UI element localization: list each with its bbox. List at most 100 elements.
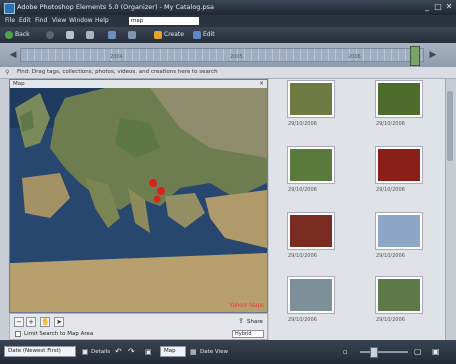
share-icon[interactable]: ⇪ bbox=[236, 317, 246, 327]
photo-thumbnail[interactable] bbox=[288, 277, 334, 313]
map-view[interactable]: Yahoo! Maps bbox=[10, 88, 267, 312]
map-controls: − + ✋ ➤ Limit Search to Map Area ⇪ Share… bbox=[9, 313, 268, 340]
create-button[interactable]: Create bbox=[154, 30, 184, 40]
menu-view[interactable]: View bbox=[52, 17, 66, 24]
timeline-handle[interactable] bbox=[410, 46, 420, 66]
photo-date: 29/10/2006 bbox=[288, 187, 317, 193]
photo-browser-icon bbox=[108, 30, 116, 39]
forward-button[interactable] bbox=[46, 30, 56, 40]
select-tool-icon[interactable]: ➤ bbox=[54, 317, 64, 327]
timeline-year: 2004 bbox=[110, 54, 123, 60]
map-brand-logo: Yahoo! Maps bbox=[229, 303, 264, 309]
photo-thumbnail[interactable] bbox=[288, 81, 334, 117]
photo-thumbnail[interactable] bbox=[376, 81, 422, 117]
tag-icon bbox=[128, 30, 136, 39]
photo-thumbnail[interactable] bbox=[376, 213, 422, 249]
rotate-icon bbox=[86, 30, 94, 39]
map-view-select-value: Hybrid bbox=[235, 331, 252, 337]
photo-date: 29/10/2006 bbox=[376, 253, 405, 259]
photo-date: 29/10/2006 bbox=[376, 187, 405, 193]
timeline-left-arrow-icon[interactable]: ◀ bbox=[8, 48, 18, 62]
photo-date: 29/10/2006 bbox=[288, 317, 317, 323]
organizer-window: Adobe Photoshop Elements 5.0 (Organizer)… bbox=[0, 0, 456, 364]
status-bar: Date (Newest First) Details ↶ ↷ ▣ Map ▦ … bbox=[0, 340, 456, 364]
photo-thumbnail[interactable] bbox=[376, 277, 422, 313]
map-marker[interactable] bbox=[149, 179, 157, 187]
zoom-out-icon[interactable]: − bbox=[14, 317, 24, 327]
share-label[interactable]: Share bbox=[247, 319, 263, 325]
single-photo-icon[interactable]: ▣ bbox=[432, 347, 440, 357]
zoom-in-icon[interactable]: + bbox=[26, 317, 36, 327]
close-button[interactable]: ✕ bbox=[444, 2, 454, 12]
photo-date: 29/10/2006 bbox=[376, 317, 405, 323]
create-label: Create bbox=[164, 31, 184, 38]
hand-tool-icon[interactable]: ✋ bbox=[40, 317, 50, 327]
search-input[interactable]: map bbox=[129, 17, 199, 25]
map-toggle-label: Map bbox=[164, 348, 176, 354]
large-thumb-icon[interactable]: ▢ bbox=[414, 347, 422, 357]
menu-bar: File Edit Find View Window Help map bbox=[0, 15, 456, 27]
back-label: Back bbox=[15, 31, 30, 38]
timeline-right-arrow-icon[interactable]: ▶ bbox=[428, 48, 438, 62]
menu-help[interactable]: Help bbox=[95, 17, 109, 24]
binoculars-icon: ⚲ bbox=[5, 69, 10, 76]
maximize-button[interactable]: □ bbox=[433, 2, 443, 12]
map-marker[interactable] bbox=[153, 195, 161, 203]
map-close-icon[interactable]: × bbox=[259, 80, 264, 88]
app-icon bbox=[4, 3, 15, 14]
minimize-button[interactable]: _ bbox=[422, 2, 432, 12]
timeline-track[interactable] bbox=[20, 48, 424, 62]
timeline[interactable]: ◀ 2004 2005 2006 ▶ bbox=[0, 43, 456, 68]
details-label: Details bbox=[91, 349, 111, 355]
timeline-year: 2005 bbox=[230, 54, 243, 60]
menu-file[interactable]: File bbox=[5, 17, 15, 24]
title-bar: Adobe Photoshop Elements 5.0 (Organizer)… bbox=[0, 0, 456, 15]
photo-date: 29/10/2006 bbox=[376, 121, 405, 127]
date-view-button[interactable]: Date View bbox=[200, 347, 228, 357]
map-panel-header: Map × bbox=[10, 80, 267, 88]
back-arrow-icon bbox=[5, 30, 13, 39]
edit-button[interactable]: Edit bbox=[193, 30, 215, 40]
calendar-icon: ▦ bbox=[190, 348, 197, 356]
menu-edit[interactable]: Edit bbox=[19, 17, 31, 24]
details-checkbox[interactable] bbox=[82, 349, 88, 355]
photo-date: 29/10/2006 bbox=[288, 253, 317, 259]
photo-date: 29/10/2006 bbox=[288, 121, 317, 127]
tag-button[interactable] bbox=[128, 30, 138, 40]
map-marker[interactable] bbox=[157, 187, 165, 195]
scrollbar-thumb[interactable] bbox=[447, 91, 453, 161]
photo-scrollbar[interactable] bbox=[445, 79, 455, 340]
find-bar[interactable]: ⚲ Find: Drag tags, collections, photos, … bbox=[0, 67, 456, 79]
forward-arrow-icon bbox=[46, 30, 54, 39]
printer-icon bbox=[66, 30, 74, 39]
menu-find[interactable]: Find bbox=[35, 17, 47, 24]
back-button[interactable]: Back bbox=[5, 30, 30, 40]
toolbar: Back Create Edit bbox=[0, 27, 456, 43]
menu-window[interactable]: Window bbox=[69, 17, 93, 24]
photo-grid: 29/10/2006 29/10/2006 29/10/2006 29/10/2… bbox=[269, 79, 445, 340]
timeline-year: 2006 bbox=[348, 54, 361, 60]
edit-icon bbox=[193, 30, 201, 39]
edit-label: Edit bbox=[203, 31, 215, 38]
sort-order-value: Date (Newest First) bbox=[8, 348, 61, 354]
map-view-select[interactable]: Hybrid bbox=[232, 330, 264, 338]
photo-thumbnail[interactable] bbox=[376, 147, 422, 183]
window-title: Adobe Photoshop Elements 5.0 (Organizer)… bbox=[17, 3, 214, 11]
sort-order-select[interactable]: Date (Newest First) bbox=[4, 346, 76, 357]
redo-icon[interactable]: ↷ bbox=[128, 347, 135, 357]
map-panel-title: Map bbox=[13, 81, 25, 87]
zoom-slider-knob[interactable] bbox=[370, 347, 378, 358]
photo-display-button[interactable] bbox=[108, 30, 118, 40]
limit-search-checkbox[interactable] bbox=[15, 331, 21, 337]
create-icon bbox=[154, 30, 162, 39]
undo-icon[interactable]: ↶ bbox=[115, 347, 122, 357]
rotate-button[interactable] bbox=[86, 30, 96, 40]
photo-thumbnail[interactable] bbox=[288, 147, 334, 183]
slideshow-icon[interactable]: ▣ bbox=[145, 347, 152, 357]
zoom-slider-track[interactable] bbox=[360, 351, 408, 353]
photo-thumbnail[interactable] bbox=[288, 213, 334, 249]
small-thumb-icon[interactable]: ▫ bbox=[343, 347, 348, 357]
map-panel[interactable]: Map × Yahoo! Maps bbox=[9, 79, 268, 313]
print-button[interactable] bbox=[66, 30, 76, 40]
map-toggle-button[interactable]: Map bbox=[160, 346, 186, 357]
